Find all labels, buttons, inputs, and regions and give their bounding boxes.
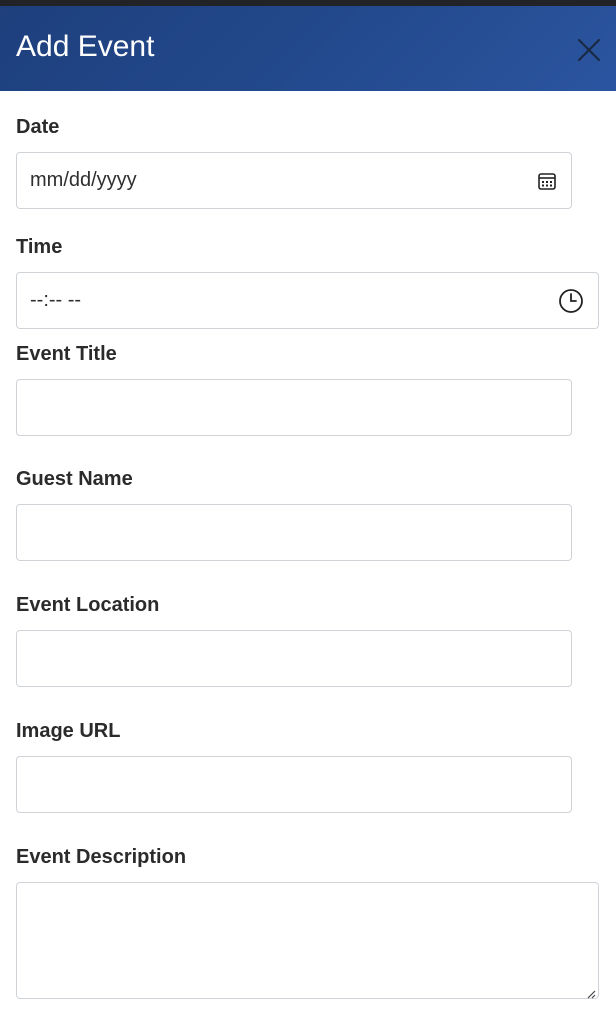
time-input[interactable]: --:-- -- (16, 272, 599, 329)
close-button[interactable] (574, 35, 604, 65)
image-url-label: Image URL (16, 720, 121, 742)
close-icon (577, 38, 601, 62)
clock-icon[interactable] (558, 273, 584, 328)
event-description-textarea[interactable] (16, 882, 599, 999)
guest-name-input[interactable] (16, 504, 572, 561)
event-location-label: Event Location (16, 594, 160, 616)
resize-handle-icon[interactable] (586, 986, 596, 999)
event-title-label: Event Title (16, 343, 117, 365)
date-input-value: mm/dd/yyyy (30, 169, 137, 191)
modal-title: Add Event (16, 30, 155, 63)
calendar-icon[interactable] (536, 153, 558, 208)
date-input[interactable]: mm/dd/yyyy (16, 152, 572, 209)
guest-name-label: Guest Name (16, 468, 133, 490)
event-description-label: Event Description (16, 846, 187, 868)
time-label: Time (16, 236, 63, 258)
time-input-value: --:-- -- (30, 289, 82, 311)
modal-header: Add Event (0, 6, 616, 91)
event-title-input[interactable] (16, 379, 572, 436)
image-url-input[interactable] (16, 756, 572, 813)
date-label: Date (16, 116, 60, 138)
event-location-input[interactable] (16, 630, 572, 687)
